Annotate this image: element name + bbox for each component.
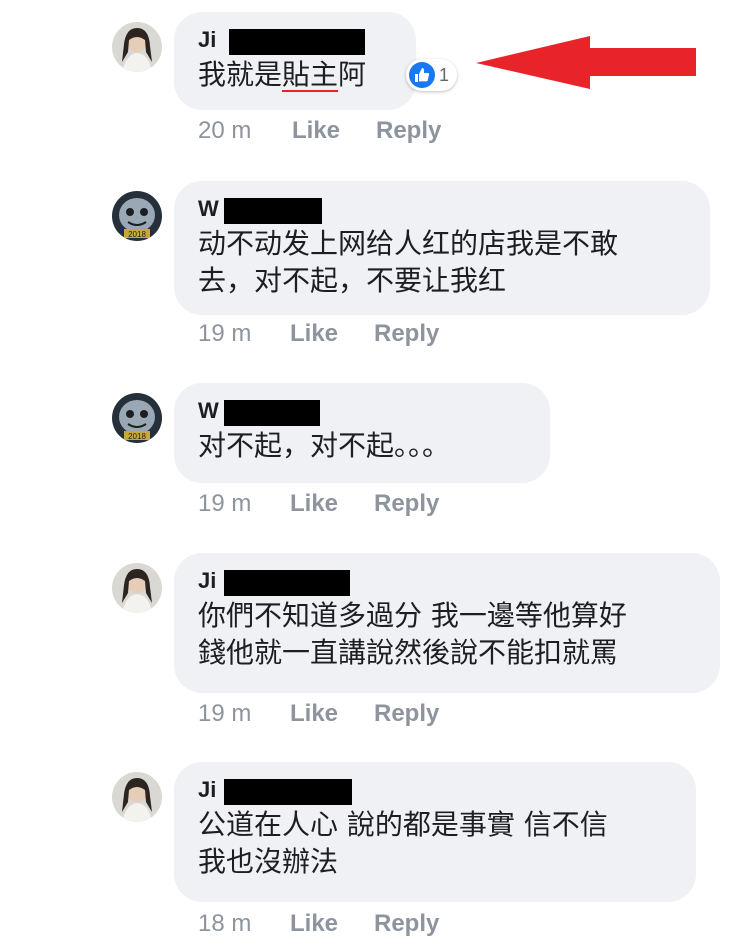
like-button[interactable]: Like xyxy=(290,489,338,519)
comment-actions: 18 m Like Reply xyxy=(198,909,498,939)
comment-text: 去，对不起，不要让我红 xyxy=(198,264,507,297)
reply-button[interactable]: Reply xyxy=(374,909,439,939)
svg-text:2018: 2018 xyxy=(128,230,146,239)
comment-bubble: W 对不起，对不起。。。 xyxy=(174,383,550,483)
comment-author[interactable]: W xyxy=(198,195,219,223)
like-button[interactable]: Like xyxy=(290,319,338,349)
comment-bubble: W 动不动发上网给人红的店我是不敢 去，对不起，不要让我红 xyxy=(174,181,710,315)
redaction-bar xyxy=(229,29,365,55)
comment-author[interactable]: Ji xyxy=(198,567,216,595)
comment-text: 对不起，对不起。。。 xyxy=(198,429,451,462)
comment-bubble: Ji 我就是貼主阿 xyxy=(174,12,416,110)
comment-author[interactable]: Ji xyxy=(198,26,216,54)
like-button[interactable]: Like xyxy=(290,699,338,729)
redaction-bar xyxy=(224,400,320,426)
comment-text: 我就是貼主阿 xyxy=(198,58,367,91)
comment-timestamp[interactable]: 19 m xyxy=(198,319,251,349)
comment-timestamp[interactable]: 19 m xyxy=(198,489,251,519)
comment-timestamp[interactable]: 20 m xyxy=(198,116,251,146)
comment-actions: 19 m Like Reply xyxy=(198,319,498,349)
comment-actions: 20 m Like Reply xyxy=(198,116,498,146)
comment-bubble: Ji 你們不知道多過分 我一邊等他算好 錢他就一直講說然後說不能扣就罵 xyxy=(174,553,720,693)
comment-author[interactable]: Ji xyxy=(198,776,216,804)
comment-text: 你們不知道多過分 我一邊等他算好 xyxy=(198,599,627,632)
comment-text: 錢他就一直講說然後說不能扣就罵 xyxy=(198,636,619,669)
like-button[interactable]: Like xyxy=(290,909,338,939)
reaction-count-badge[interactable]: 1 xyxy=(406,59,458,91)
avatar[interactable] xyxy=(112,22,162,72)
avatar[interactable] xyxy=(112,563,162,613)
like-button[interactable]: Like xyxy=(292,116,340,146)
reply-button[interactable]: Reply xyxy=(374,319,439,349)
redaction-bar xyxy=(224,198,322,224)
comment-actions: 19 m Like Reply xyxy=(198,699,498,729)
redaction-bar xyxy=(224,570,350,596)
redaction-bar xyxy=(224,779,352,805)
reply-button[interactable]: Reply xyxy=(374,489,439,519)
reply-button[interactable]: Reply xyxy=(376,116,441,146)
thumbs-up-icon xyxy=(409,62,435,88)
comment-text: 我也沒辦法 xyxy=(198,845,339,878)
red-arrow-left-icon xyxy=(476,36,696,89)
svg-text:2018: 2018 xyxy=(128,432,146,441)
comment-text: 公道在人心 說的都是事實 信不信 xyxy=(198,808,608,841)
avatar[interactable]: 2018 xyxy=(112,393,162,443)
reply-button[interactable]: Reply xyxy=(374,699,439,729)
comment-text: 动不动发上网给人红的店我是不敢 xyxy=(198,227,619,260)
comment-timestamp[interactable]: 18 m xyxy=(198,909,251,939)
avatar[interactable]: 2018 xyxy=(112,191,162,241)
avatar[interactable] xyxy=(112,772,162,822)
comment-bubble: Ji 公道在人心 說的都是事實 信不信 我也沒辦法 xyxy=(174,762,696,902)
comment-actions: 19 m Like Reply xyxy=(198,489,498,519)
comment-timestamp[interactable]: 19 m xyxy=(198,699,251,729)
reaction-count: 1 xyxy=(439,64,450,85)
comment-author[interactable]: W xyxy=(198,397,219,425)
